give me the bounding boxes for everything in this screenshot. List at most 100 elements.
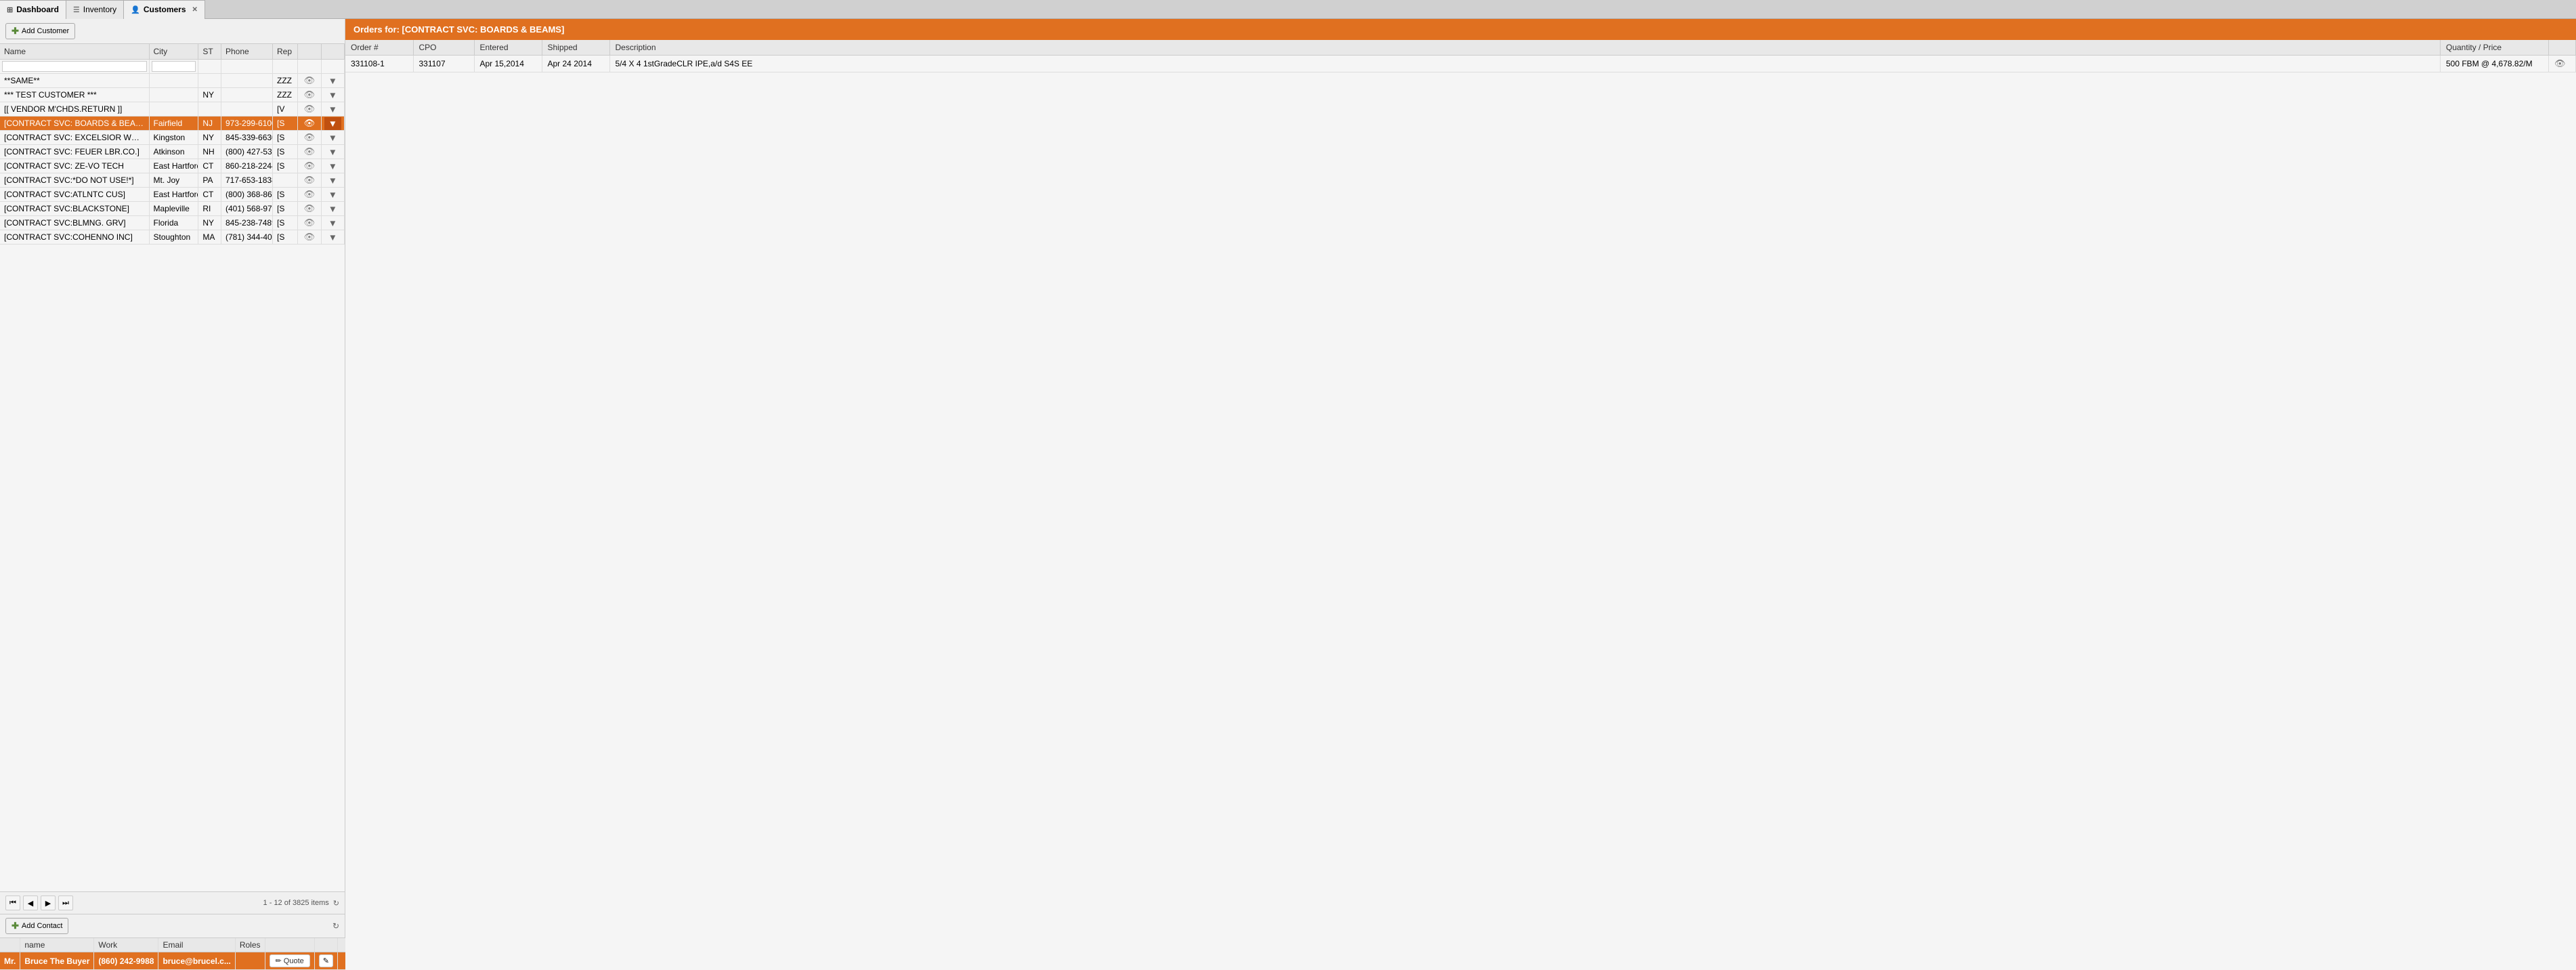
customer-view-button[interactable]: 👁 [304,217,316,228]
col-header-cpo: CPO [413,40,474,56]
add-customer-button[interactable]: ✚ Add Customer [5,23,75,39]
customer-city: East Hartford [149,188,198,202]
last-page-button[interactable]: ⏭ [58,895,73,910]
customer-row[interactable]: *** TEST CUSTOMER *** NY ZZZ 👁 ▼ [0,88,345,102]
customer-phone: 973-299-6100 [221,117,273,131]
customer-phone: 845-238-7489 [221,216,273,230]
customer-phone [221,74,273,88]
col-header-contact-edit [314,938,337,952]
customer-dropdown-button[interactable]: ▼ [326,89,340,102]
customer-row[interactable]: [[ VENDOR M'CHDS.RETURN ]] [V 👁 ▼ [0,102,345,117]
customer-dropdown-button[interactable]: ▼ [326,146,340,159]
order-qty-price: 500 FBM @ 4,678.82/M [2441,56,2549,72]
customer-name: *** TEST CUSTOMER *** [0,88,149,102]
order-entered: Apr 15,2014 [474,56,542,72]
order-row[interactable]: 331108-1 331107 Apr 15,2014 Apr 24 2014 … [345,56,2576,72]
customer-view-button[interactable]: 👁 [304,203,316,214]
customer-view-button[interactable]: 👁 [304,189,316,200]
first-page-button[interactable]: ⏮ [5,895,20,910]
prev-page-button[interactable]: ◀ [23,895,38,910]
next-page-button[interactable]: ▶ [41,895,56,910]
customer-view-button[interactable]: 👁 [304,132,316,143]
customer-dropdown-button[interactable]: ▼ [324,117,341,130]
customer-row[interactable]: **SAME** ZZZ 👁 ▼ [0,74,345,88]
tab-inventory[interactable]: ☰ Inventory [66,0,124,19]
customer-rep: [S [273,131,298,145]
customer-dropdown-button[interactable]: ▼ [326,160,340,173]
contact-row[interactable]: Mr. Bruce The Buyer (860) 242-9988 bruce… [0,952,347,970]
col-header-salutation [0,938,20,952]
customer-phone: (401) 568-9745 [221,202,273,216]
col-header-contact-email: Email [158,938,235,952]
customer-name: [CONTRACT SVC: FEUER LBR.CO.] [0,145,149,159]
customer-dropdown-button[interactable]: ▼ [326,174,340,187]
customer-row[interactable]: [CONTRACT SVC:BLACKSTONE] Mapleville RI … [0,202,345,216]
customer-table-wrap: Name City ST Phone Rep [0,44,345,891]
customer-view-button[interactable]: 👁 [304,232,316,242]
customer-eye-cell: 👁 [298,159,321,173]
customer-dropdown-cell: ▼ [321,102,344,117]
add-contact-icon: ✚ [12,921,19,931]
customer-view-button[interactable]: 👁 [304,161,316,171]
customer-phone [221,88,273,102]
customer-row[interactable]: [CONTRACT SVC: EXCELSIOR WD PR Kingston … [0,131,345,145]
order-view-button[interactable]: 👁 [2554,58,2566,69]
customer-eye-cell: 👁 [298,117,321,131]
customer-dropdown-button[interactable]: ▼ [326,103,340,116]
customer-dropdown-button[interactable]: ▼ [326,75,340,87]
tab-customers-label: Customers [144,5,186,14]
add-contact-button[interactable]: ✚ Add Contact [5,918,68,934]
customer-dropdown-cell: ▼ [321,216,344,230]
filter-city-input[interactable] [152,61,196,72]
col-header-actions2 [321,44,344,60]
edit-button[interactable]: ✎ [319,954,333,967]
customer-row[interactable]: [CONTRACT SVC:*DO NOT USE!*] Mt. Joy PA … [0,173,345,188]
filter-name-input[interactable] [2,61,147,72]
customer-view-button[interactable]: 👁 [304,118,316,129]
quote-button[interactable]: ✏ Quote [270,954,310,967]
contact-email: bruce@brucel.c... [158,952,235,970]
customer-city: Florida [149,216,198,230]
customer-row[interactable]: [CONTRACT SVC: FEUER LBR.CO.] Atkinson N… [0,145,345,159]
tab-customers[interactable]: 👤 Customers ✕ [124,0,205,19]
customer-row[interactable]: [CONTRACT SVC:ATLNTC CUS] East Hartford … [0,188,345,202]
customer-city: Atkinson [149,145,198,159]
customer-view-button[interactable]: 👁 [304,89,316,100]
customer-name: [CONTRACT SVC:BLMNG. GRV] [0,216,149,230]
customer-row[interactable]: [CONTRACT SVC:BLMNG. GRV] Florida NY 845… [0,216,345,230]
customer-filter-row [0,60,345,74]
customer-dropdown-button[interactable]: ▼ [326,217,340,230]
col-header-actions1 [298,44,321,60]
col-header-st: ST [198,44,221,60]
contacts-section: ✚ Add Contact ↻ name Work Email Roles [0,914,345,970]
customer-row[interactable]: [CONTRACT SVC: BOARDS & BEAMS] Fairfield… [0,117,345,131]
close-icon[interactable]: ✕ [192,6,198,14]
customer-rep: [V [273,102,298,117]
col-header-city: City [149,44,198,60]
customer-st [198,102,221,117]
customer-view-button[interactable]: 👁 [304,146,316,157]
customer-rep: [S [273,188,298,202]
col-header-view [2549,40,2576,56]
tab-dashboard[interactable]: ⊞ Dashboard [0,0,66,19]
customer-eye-cell: 👁 [298,145,321,159]
contacts-refresh-icon[interactable]: ↻ [332,921,339,931]
customer-dropdown-button[interactable]: ▼ [326,203,340,215]
customer-eye-cell: 👁 [298,131,321,145]
customer-row[interactable]: [CONTRACT SVC: ZE-VO TECH East Hartford … [0,159,345,173]
pagination-info: 1 - 12 of 3825 items [263,899,329,907]
customer-st: CT [198,159,221,173]
customer-dropdown-button[interactable]: ▼ [326,131,340,144]
customer-rep: [S [273,202,298,216]
refresh-icon[interactable]: ↻ [333,899,339,908]
customer-dropdown-button[interactable]: ▼ [326,231,340,244]
customer-row[interactable]: [CONTRACT SVC:COHENNO INC] Stoughton MA … [0,230,345,245]
customer-view-button[interactable]: 👁 [304,175,316,186]
customer-eye-cell: 👁 [298,230,321,245]
col-header-entered: Entered [474,40,542,56]
customer-view-button[interactable]: 👁 [304,75,316,86]
customer-eye-cell: 👁 [298,188,321,202]
customer-dropdown-button[interactable]: ▼ [326,188,340,201]
customer-view-button[interactable]: 👁 [304,104,316,114]
contact-edit-cell: ✎ [314,952,337,970]
